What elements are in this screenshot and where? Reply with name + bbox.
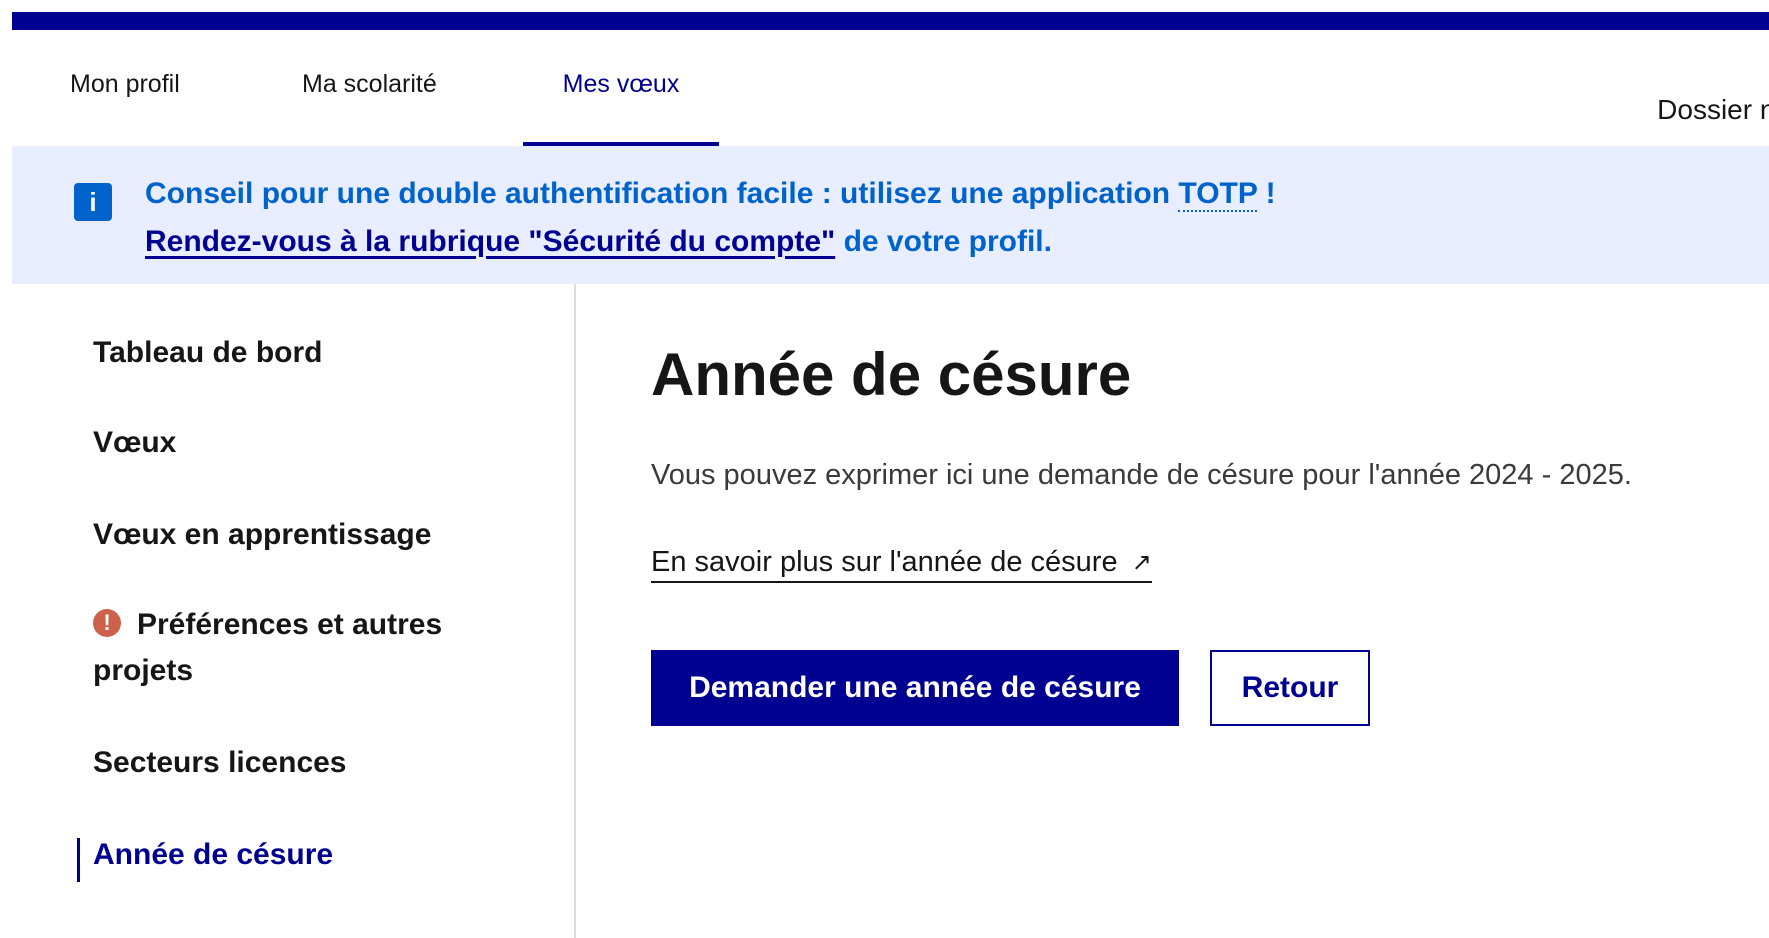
sidebar-item-secteurs-licences[interactable]: Secteurs licences — [93, 740, 347, 786]
page-title: Année de césure — [651, 341, 1132, 408]
intro-text: Vous pouvez exprimer ici une demande de … — [651, 459, 1632, 491]
external-link-icon: ↗ — [1131, 549, 1152, 576]
notice-text-after: ! — [1257, 177, 1276, 210]
request-gap-year-button[interactable]: Demander une année de césure — [651, 650, 1179, 726]
totp-abbreviation: TOTP — [1178, 177, 1258, 212]
main-content: Année de césure Vous pouvez exprimer ici… — [576, 284, 1769, 938]
back-button[interactable]: Retour — [1210, 650, 1370, 726]
sidebar-item-preferences[interactable]: ! Préférences et autres projets — [93, 602, 513, 694]
notice-text-before: Conseil pour une double authentification… — [145, 177, 1179, 210]
sidebar-item-tableau-de-bord[interactable]: Tableau de bord — [93, 330, 322, 376]
notice-message: Conseil pour une double authentification… — [145, 170, 1745, 266]
sidebar-item-voeux[interactable]: Vœux — [93, 420, 176, 466]
app-window: Mon profil Ma scolarité Mes vœux Dossier… — [12, 12, 1769, 938]
active-item-indicator — [77, 838, 80, 882]
main-navigation: Mon profil Ma scolarité Mes vœux Dossier… — [12, 30, 1769, 146]
info-notice: i Conseil pour une double authentificati… — [12, 146, 1769, 284]
warning-icon: ! — [93, 609, 121, 637]
sidebar-menu: Tableau de bord Vœux Vœux en apprentissa… — [12, 284, 576, 938]
nav-ma-scolarite[interactable]: Ma scolarité — [302, 30, 437, 146]
more-info-link[interactable]: En savoir plus sur l'année de césure ↗ — [651, 546, 1152, 583]
more-info-link-label: En savoir plus sur l'année de césure — [651, 546, 1118, 578]
top-brand-bar — [12, 12, 1769, 30]
sidebar-item-label: Préférences et autres projets — [93, 608, 443, 687]
sidebar-item-voeux-apprentissage[interactable]: Vœux en apprentissage — [93, 512, 431, 558]
dossier-number: Dossier nº 0 — [1657, 94, 1769, 125]
security-settings-link[interactable]: Rendez-vous à la rubrique "Sécurité du c… — [145, 225, 835, 258]
sidebar-item-annee-de-cesure[interactable]: Année de césure — [93, 832, 333, 878]
nav-mon-profil[interactable]: Mon profil — [70, 30, 180, 146]
info-icon: i — [74, 183, 112, 221]
notice-text-end: de votre profil. — [835, 225, 1052, 258]
nav-mes-voeux[interactable]: Mes vœux — [523, 30, 719, 146]
